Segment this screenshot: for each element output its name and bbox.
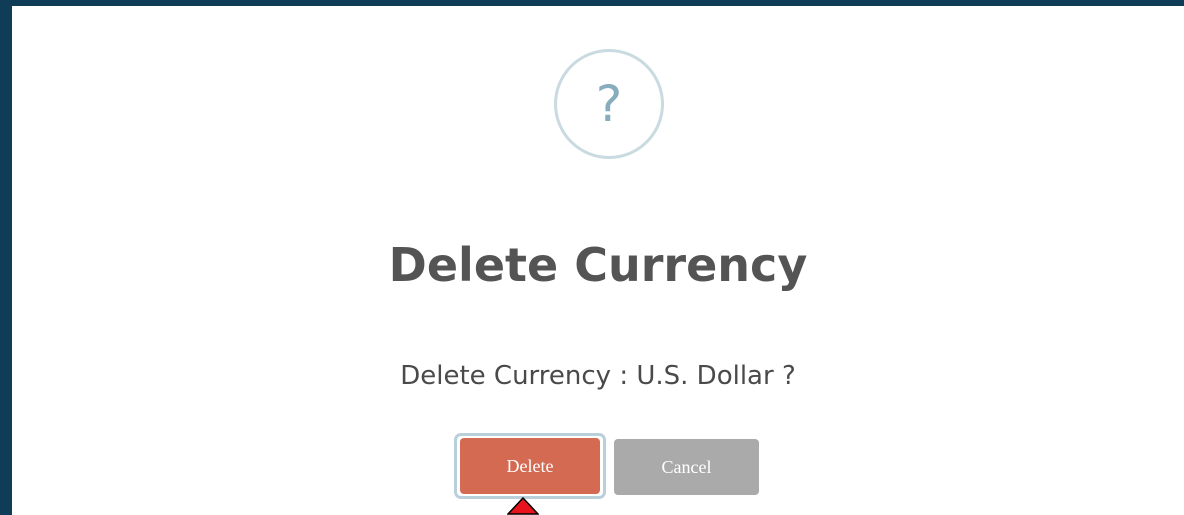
question-mark-glyph: ? xyxy=(595,75,623,133)
delete-button[interactable]: Delete xyxy=(460,438,600,494)
confirm-dialog: ? Delete Currency Delete Currency : U.S.… xyxy=(12,6,1184,515)
cancel-button[interactable]: Cancel xyxy=(614,439,759,495)
cursor-arrow-shape xyxy=(507,497,539,515)
dialog-title: Delete Currency xyxy=(388,238,808,292)
arrow-cursor-icon xyxy=(507,497,539,515)
dialog-message: Delete Currency : U.S. Dollar ? xyxy=(400,361,796,391)
question-circle-icon: ? xyxy=(554,49,664,159)
